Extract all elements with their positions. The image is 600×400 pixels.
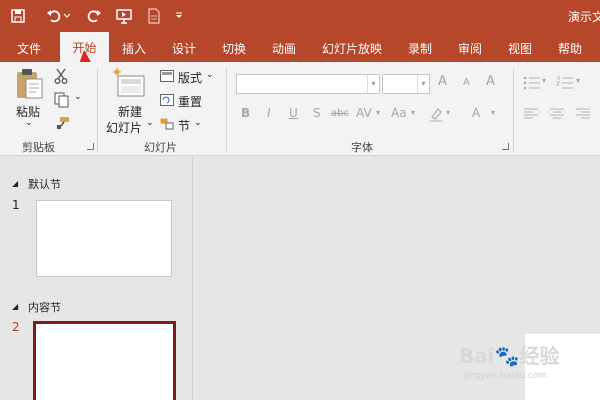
slide-editing-area[interactable]: Bai🐾经验 jingyan.baidu.com [194, 157, 600, 400]
slide-thumbnail-2[interactable] [33, 321, 176, 400]
font-size-dropdown-icon[interactable]: ▾ [417, 75, 429, 93]
section-name[interactable]: 默认节 [28, 176, 61, 192]
paste-icon[interactable] [14, 68, 44, 103]
slide-thumbnail-pane: ◢ 默认节 1 ◢ 内容节 2 [0, 157, 193, 400]
watermark-url: jingyan.baidu.com [464, 371, 548, 381]
italic-button[interactable]: I [267, 106, 271, 120]
align-right-icon[interactable] [576, 108, 590, 123]
new-slide-icon[interactable] [112, 68, 146, 101]
align-center-icon[interactable] [550, 108, 564, 123]
align-left-icon[interactable] [524, 108, 538, 123]
font-color-dropdown-icon[interactable]: ▾ [491, 108, 495, 117]
char-spacing-button[interactable]: AV [356, 106, 372, 120]
font-name-combo[interactable]: ▾ [236, 74, 380, 94]
section-dropdown-icon[interactable]: ⌄ [194, 118, 202, 128]
copy-dropdown-icon[interactable]: ⌄ [74, 92, 82, 102]
clipboard-group-label: 剪贴板 [22, 141, 55, 154]
highlight-dropdown-icon[interactable]: ▾ [446, 108, 450, 117]
highlight-icon[interactable] [428, 106, 444, 125]
numbering-icon[interactable] [556, 76, 574, 93]
numbering-dropdown-icon[interactable]: ▾ [576, 76, 580, 85]
bullets-icon[interactable] [523, 76, 541, 93]
font-launcher-icon[interactable] [502, 143, 509, 150]
section-icon[interactable] [160, 118, 174, 133]
change-case-button[interactable]: Aa [391, 106, 407, 120]
slides-group-label: 幻灯片 [144, 141, 177, 154]
clipboard-launcher-icon[interactable] [87, 143, 94, 150]
char-spacing-dropdown-icon[interactable]: ▾ [376, 108, 380, 117]
reset-button[interactable]: 重置 [178, 93, 202, 110]
layout-icon[interactable] [160, 70, 174, 85]
section-name[interactable]: 内容节 [28, 299, 61, 315]
reset-icon[interactable] [160, 94, 174, 109]
strikethrough-button[interactable]: abc [331, 108, 349, 119]
separator [226, 68, 227, 152]
section-button[interactable]: 节 [178, 117, 190, 134]
format-painter-icon[interactable] [54, 116, 70, 133]
new-slide-label-line1[interactable]: 新建 [118, 103, 142, 120]
slide-number: 1 [12, 198, 20, 212]
grow-font-button[interactable]: A [438, 74, 447, 89]
separator [97, 68, 98, 152]
paste-dropdown-icon[interactable]: ⌄ [25, 118, 33, 128]
copy-icon[interactable] [54, 92, 70, 111]
underline-button[interactable]: U [289, 106, 298, 120]
change-case-dropdown-icon[interactable]: ▾ [411, 108, 415, 117]
font-name-dropdown-icon[interactable]: ▾ [367, 75, 379, 93]
slide-number: 2 [12, 320, 20, 334]
bullets-dropdown-icon[interactable]: ▾ [542, 76, 546, 85]
slide-thumbnail-1[interactable] [36, 200, 172, 277]
separator [513, 68, 514, 152]
text-shadow-button[interactable]: S [313, 106, 321, 120]
cut-icon[interactable] [54, 68, 68, 87]
shrink-font-button[interactable]: A [463, 77, 470, 88]
font-size-combo[interactable]: ▾ [382, 74, 430, 94]
layout-dropdown-icon[interactable]: ⌄ [206, 70, 214, 80]
collapse-section-icon[interactable]: ◢ [12, 302, 18, 311]
layout-button[interactable]: 版式 [178, 69, 202, 86]
ribbon-home: 粘贴 ⌄ ⌄ 剪贴板 新建 幻灯片 ⌄ 版式 ⌄ 重置 节 ⌄ 幻灯片 ▾ ▾ … [0, 62, 600, 156]
new-slide-dropdown-icon[interactable]: ⌄ [146, 118, 154, 128]
bold-button[interactable]: B [241, 106, 250, 120]
collapse-section-icon[interactable]: ◢ [12, 179, 18, 188]
font-group-label: 字体 [351, 141, 373, 154]
watermark-logo: Bai🐾经验 [459, 344, 560, 368]
clear-formatting-button[interactable]: A [486, 74, 495, 89]
new-slide-button[interactable]: 幻灯片 [106, 119, 142, 136]
font-color-button[interactable]: A [472, 106, 480, 120]
